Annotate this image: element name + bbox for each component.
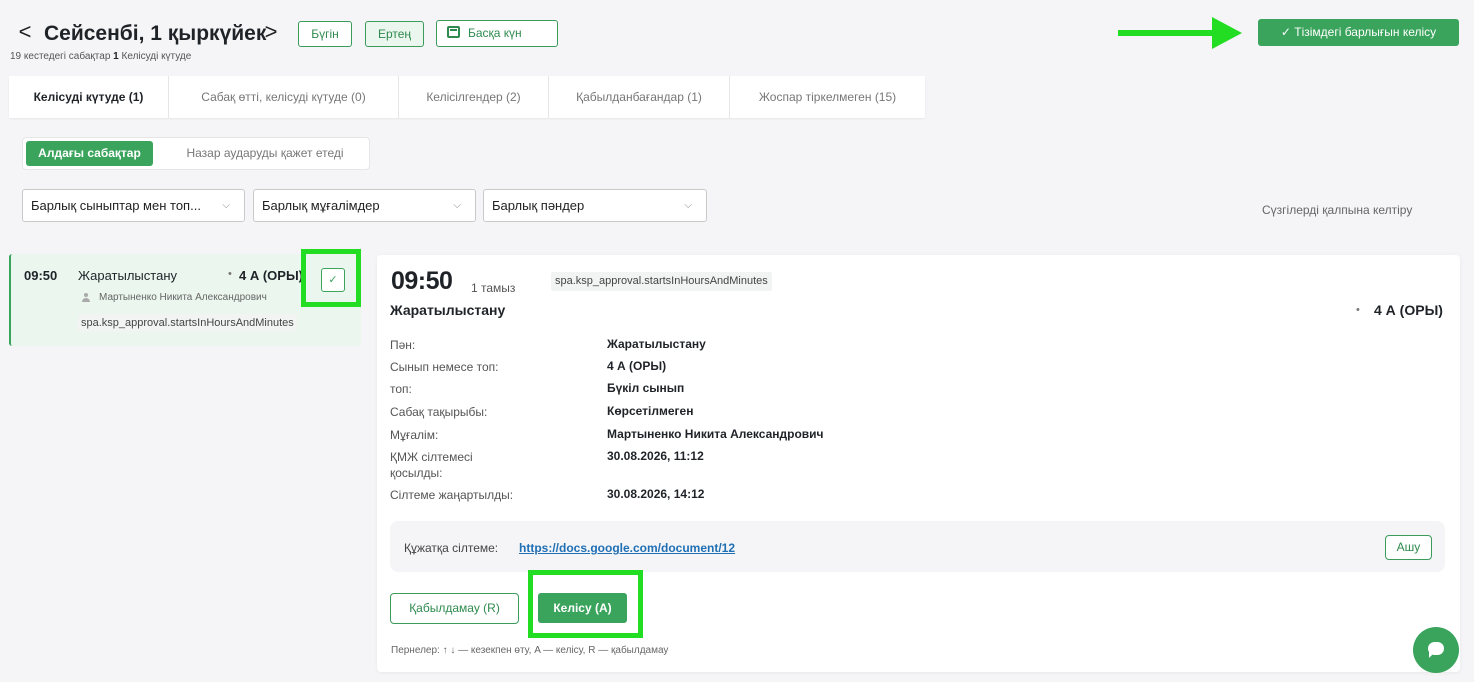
class-filter-value: Барлық сыныптар мен топ...	[31, 198, 201, 213]
other-day-button[interactable]: Басқа күн	[436, 20, 558, 47]
approve-button[interactable]: Келісу (A)	[538, 593, 627, 623]
approve-all-button[interactable]: ✓ Тізімдегі барлығын келісу	[1258, 19, 1459, 46]
teacher-filter-value: Барлық мұғалімдер	[262, 198, 380, 213]
starts-in-tag: spa.ksp_approval.startsInHoursAndMinutes	[551, 272, 772, 291]
next-day-button[interactable]: >	[260, 20, 282, 44]
summary-count: 1	[113, 51, 119, 62]
annotation-arrow-head	[1212, 17, 1242, 49]
lesson-class: 4 А (ОРЫ)	[239, 268, 301, 283]
field-label-plan-added: ҚМЖ сілтемесі қосылды:	[390, 450, 473, 480]
field-label-teacher: Мұғалім:	[390, 428, 439, 442]
select-lesson-checkbox[interactable]: ✓	[321, 268, 345, 292]
field-label-subject: Пән:	[390, 338, 416, 352]
field-value-topic: Көрсетілмеген	[607, 404, 694, 418]
open-document-button[interactable]: Ашу	[1385, 535, 1432, 560]
document-link-label: Құжатқа сілтеме:	[404, 541, 499, 555]
tab-no-plan[interactable]: Жоспар тіркелмеген (15)	[730, 76, 925, 118]
chevron-down-icon: ⌵	[453, 200, 461, 211]
detail-date: 1 тамыз	[471, 281, 516, 295]
tomorrow-button[interactable]: Ертең	[365, 21, 424, 47]
lesson-subject: Жаратылыстану	[78, 268, 177, 283]
detail-class: 4 А (ОРЫ)	[1374, 302, 1443, 318]
field-value-class: 4 А (ОРЫ)	[607, 359, 667, 373]
chat-button[interactable]	[1413, 627, 1459, 673]
page-title: Сейсенбі, 1 қыркүйек	[44, 22, 267, 45]
lessons-summary: 19 кестедегі сабақтар 1 Келісуді күтуде	[10, 51, 191, 62]
separator-dot: •	[1356, 304, 1360, 316]
tab-pending[interactable]: Келісуді күтуде (1)	[9, 76, 169, 118]
field-label-topic: Сабақ тақырыбы:	[390, 405, 488, 419]
calendar-icon	[447, 26, 460, 38]
starts-in-tag: spa.ksp_approval.startsInHoursAndMinutes	[78, 314, 297, 332]
field-value-link-updated: 30.08.2026, 14:12	[607, 487, 705, 501]
today-button[interactable]: Бүгін	[298, 21, 352, 47]
tab-approved[interactable]: Келісілгендер (2)	[399, 76, 549, 118]
tab-rejected[interactable]: Қабылданбағандар (1)	[549, 76, 730, 118]
previous-day-button[interactable]: <	[14, 20, 36, 44]
reject-button[interactable]: Қабылдамау (R)	[390, 593, 519, 624]
document-link[interactable]: https://docs.google.com/document/12	[519, 541, 735, 555]
detail-subject: Жаратылыстану	[390, 302, 506, 318]
annotation-arrow	[1118, 30, 1214, 36]
keyboard-hints: Пернелер: ↑ ↓ — кезекпен өту, A — келісу…	[391, 645, 669, 656]
class-filter-select[interactable]: Барлық сыныптар мен топ... ⌵	[22, 189, 245, 222]
field-value-teacher: Мартыненко Никита Александрович	[607, 427, 824, 441]
separator-dot: •	[228, 268, 232, 280]
chevron-down-icon: ⌵	[222, 200, 230, 211]
field-label-class: Сынып немесе топ:	[390, 360, 499, 374]
chevron-down-icon: ⌵	[684, 200, 692, 211]
person-icon	[82, 293, 90, 302]
subject-filter-select[interactable]: Барлық пәндер ⌵	[483, 189, 707, 222]
reset-filters-link[interactable]: Сүзгілерді қалпына келтіру	[1262, 203, 1412, 217]
segment-attention[interactable]: Назар аударуды қажет етеді	[165, 141, 365, 166]
tab-held-pending[interactable]: Сабақ өтті, келісуді күтуде (0)	[169, 76, 399, 118]
field-value-plan-added: 30.08.2026, 11:12	[607, 449, 704, 463]
lesson-teacher: Мартыненко Никита Александрович	[99, 292, 267, 303]
field-label-group: топ:	[390, 382, 412, 396]
status-tabs: Келісуді күтуде (1) Сабақ өтті, келісуді…	[9, 76, 925, 118]
summary-suffix: Келісуді күтуде	[121, 51, 192, 62]
field-label-link-updated: Сілтеме жаңартылды:	[390, 488, 514, 502]
other-day-label: Басқа күн	[468, 26, 522, 40]
lesson-time: 09:50	[24, 268, 58, 283]
chat-bubble-tail	[1429, 652, 1435, 658]
summary-prefix: 19 кестедегі сабақтар	[10, 51, 111, 62]
teacher-filter-select[interactable]: Барлық мұғалімдер ⌵	[253, 189, 476, 222]
field-value-subject: Жаратылыстану	[607, 337, 706, 351]
detail-time: 09:50	[391, 267, 453, 295]
field-value-group: Бүкіл сынып	[607, 381, 685, 395]
subject-filter-value: Барлық пәндер	[492, 198, 585, 213]
segment-upcoming[interactable]: Алдағы сабақтар	[26, 141, 153, 166]
